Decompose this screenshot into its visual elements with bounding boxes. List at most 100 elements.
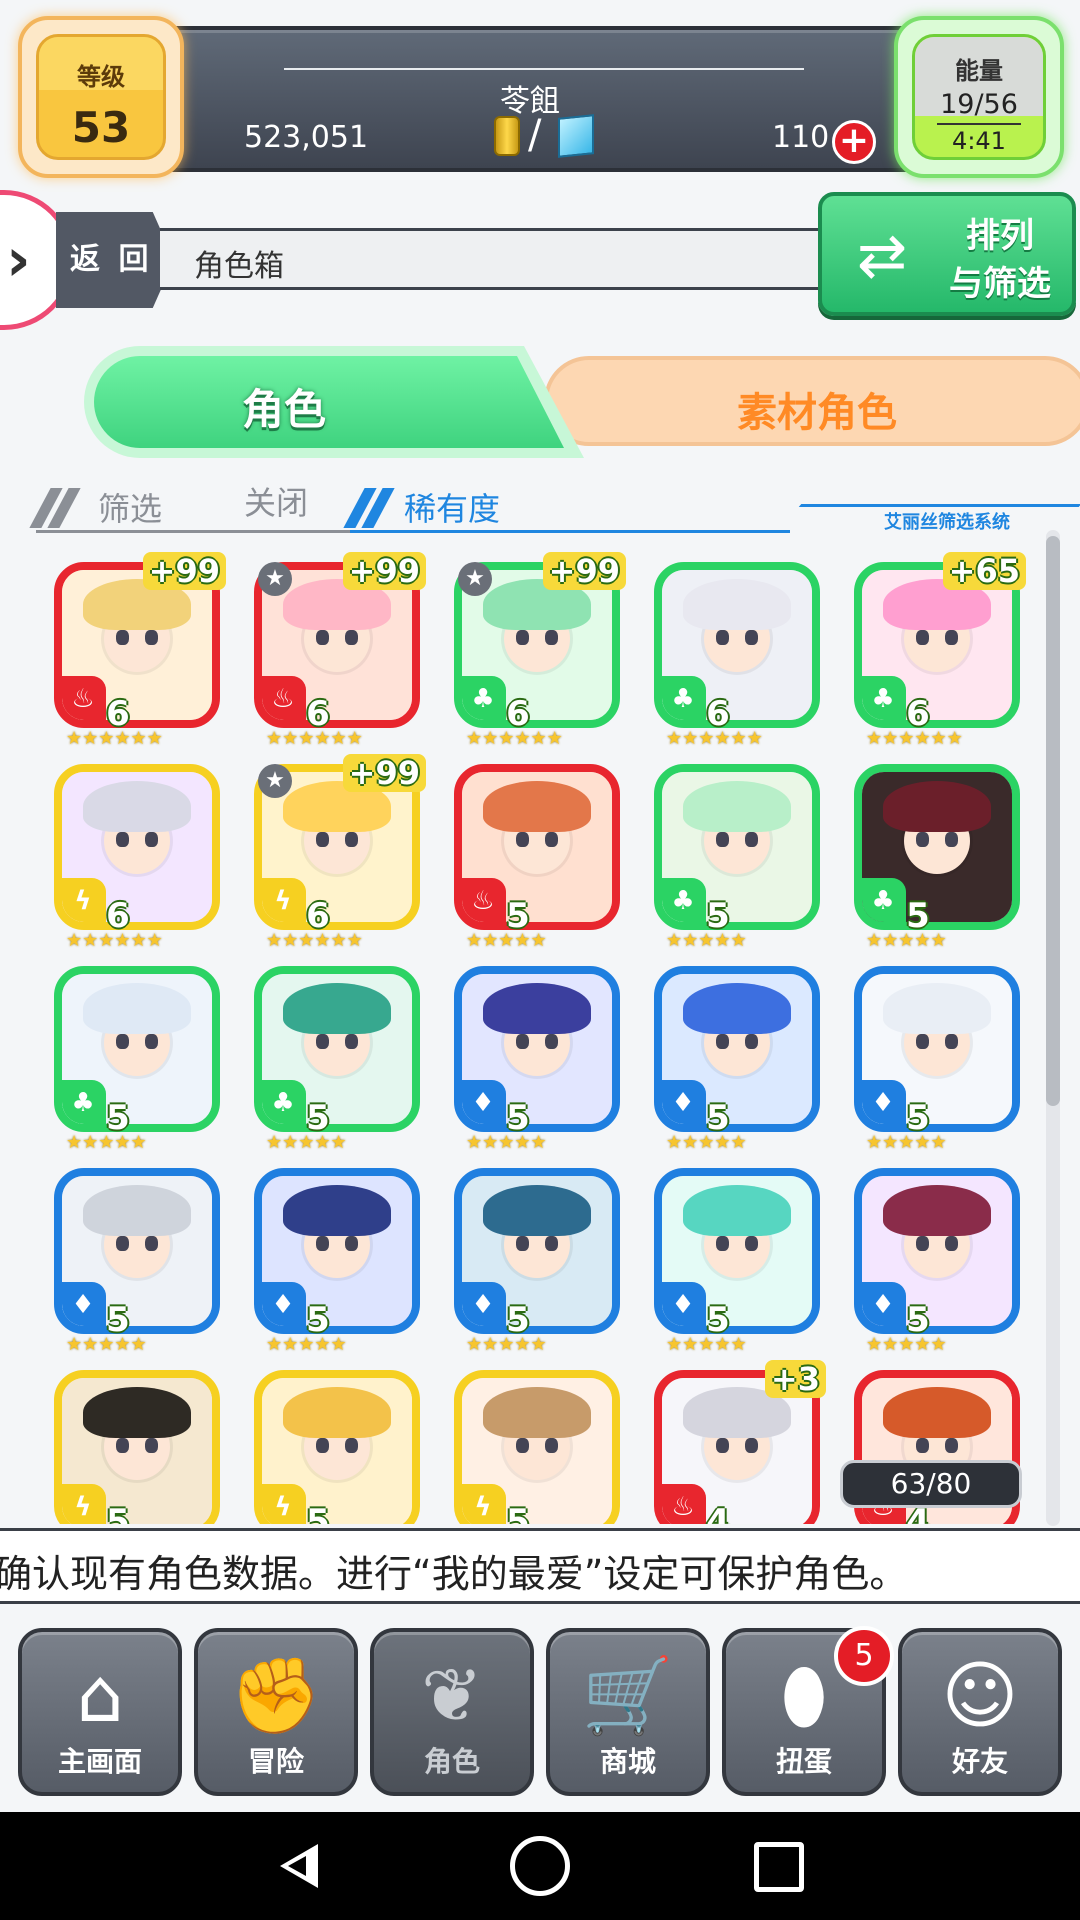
gacha-notification-badge: 5: [834, 1626, 894, 1686]
tab-material-characters[interactable]: 素材角色: [544, 356, 1080, 446]
level-badge: 等级 53: [18, 16, 184, 178]
tab-characters[interactable]: 角色: [84, 346, 584, 458]
box-capacity: 63/80: [840, 1460, 1022, 1508]
character-card[interactable]: ϟ5★★★★★: [240, 1360, 426, 1524]
menu-label: 主画面: [57, 1745, 142, 1778]
character-card[interactable]: ϟ5★★★★★: [440, 1360, 626, 1524]
level-value: 53: [71, 103, 131, 152]
rarity-stars: ★★★★★: [466, 930, 547, 951]
rarity-stars: ★★★★★: [866, 930, 947, 951]
page-title: 角色箱: [194, 249, 284, 284]
character-card[interactable]: ♣ 5 ★★★★★: [40, 956, 226, 1153]
help-ticker: 确认现有角色数据。进行“我的最爱”设定可保护角色。: [0, 1528, 1080, 1604]
back-button[interactable]: 返 回: [56, 212, 174, 308]
rabbit-icon: ❦: [420, 1653, 483, 1739]
character-card[interactable]: ♣ 5 ★★★★★: [840, 754, 1026, 951]
character-grid: ♨ +99 6 ★★★★★★ ♨ ★ +99 6 ★★★★★★ ♣ ★ +99 6 ★★★★★★ ♣ 6 ★★★…: [40, 552, 1030, 1524]
rarity-stars: ★★★★★★: [466, 728, 563, 749]
page-title-bar: 角色箱: [160, 228, 840, 290]
currency-separator: /: [528, 112, 542, 158]
character-card[interactable]: ♦ 5 ★★★★★: [440, 956, 626, 1153]
divider: [36, 530, 350, 533]
rarity-stars: ★★★★★★: [666, 728, 763, 749]
favorite-star-icon: ★: [258, 764, 292, 798]
rarity-stars: ★★★★★: [666, 1334, 747, 1355]
plus-value-label: +99: [342, 754, 426, 792]
character-card[interactable]: ϟ 6 ★★★★★★: [40, 754, 226, 951]
character-card[interactable]: ♨ 5 ★★★★★: [440, 754, 626, 951]
character-card[interactable]: ♦ 5 ★★★★★: [840, 1158, 1026, 1355]
sort-filter-button[interactable]: ⇄ 排列 与筛选: [818, 192, 1076, 316]
character-card[interactable]: ♣ ★ +99 6 ★★★★★★: [440, 552, 626, 749]
back-triangle-icon[interactable]: [270, 1836, 330, 1896]
menu-button-handshake[interactable]: ✊ 冒险: [194, 1628, 358, 1796]
rarity-stars: ★★★★★: [266, 1132, 347, 1153]
rarity-stars: ★★★★★★: [66, 930, 163, 951]
bottom-menu: ⌂ 主画面 ✊ 冒险 ❦ 角色 🛒 商城 ⬮ 扭蛋 ☺ 好友: [0, 1604, 1080, 1814]
recents-square-icon[interactable]: [754, 1842, 804, 1892]
favorite-star-icon: ★: [458, 562, 492, 596]
menu-label: 扭蛋: [775, 1745, 832, 1778]
character-card[interactable]: ♦ 5 ★★★★★: [440, 1158, 626, 1355]
character-card[interactable]: ♣ 5 ★★★★★: [640, 754, 826, 951]
character-portrait: ϟ: [254, 1370, 420, 1524]
menu-label: 商城: [599, 1745, 656, 1778]
energy-badge[interactable]: 能量 19/56 4:41: [894, 16, 1064, 178]
menu-button-rabbit[interactable]: ❦ 角色: [370, 1628, 534, 1796]
character-card[interactable]: ♨ ★ +99 6 ★★★★★★: [240, 552, 426, 749]
character-card[interactable]: ♦ 5 ★★★★★: [640, 956, 826, 1153]
menu-button-cart[interactable]: 🛒 商城: [546, 1628, 710, 1796]
plus-value-label: +65: [942, 552, 1026, 590]
character-card[interactable]: ♨+34★★★★: [640, 1360, 826, 1524]
rarity-number: 5: [306, 1502, 330, 1524]
character-card[interactable]: ♣ +65 6 ★★★★★★: [840, 552, 1026, 749]
rarity-stars: ★★★★★★: [266, 728, 363, 749]
chevron-right-icon: ›: [6, 225, 31, 295]
menu-label: 角色: [423, 1745, 480, 1778]
home-circle-icon[interactable]: [510, 1836, 570, 1896]
character-card[interactable]: ♦ 5 ★★★★★: [40, 1158, 226, 1355]
rarity-filter[interactable]: 稀有度: [404, 484, 500, 530]
player-plate: 苓飷 523,051 / 110 +: [140, 26, 920, 172]
filter-system-name: 艾丽丝筛选系统: [884, 512, 1010, 533]
character-card[interactable]: ♦ 5 ★★★★★: [640, 1158, 826, 1355]
character-card[interactable]: ϟ ★ +99 6 ★★★★★★: [240, 754, 426, 951]
gold-amount: 523,051: [244, 120, 369, 155]
scrollbar-thumb[interactable]: [1046, 536, 1060, 1106]
level-label: 等级: [77, 63, 125, 91]
plus-value-label: +3: [764, 1360, 826, 1398]
character-card[interactable]: ϟ5★★★★★: [40, 1360, 226, 1524]
plus-value-label: +99: [142, 552, 226, 590]
rarity-number: 5: [506, 1502, 530, 1524]
character-card[interactable]: ♨ +99 6 ★★★★★★: [40, 552, 226, 749]
filter-toggle[interactable]: 筛选: [98, 484, 162, 530]
divider: [798, 504, 1080, 507]
character-card[interactable]: ♦ 5 ★★★★★: [240, 1158, 426, 1355]
system-nav-bar: [0, 1812, 1080, 1920]
gem-icon: [558, 114, 594, 158]
rarity-stars: ★★★★★: [66, 1132, 147, 1153]
rarity-stars: ★★★★★★: [66, 728, 163, 749]
rarity-stars: ★★★★★: [866, 1132, 947, 1153]
character-card[interactable]: ♦ 5 ★★★★★: [840, 956, 1026, 1153]
plus-value-label: +99: [542, 552, 626, 590]
character-card[interactable]: ♣ 5 ★★★★★: [240, 956, 426, 1153]
tab-label: 素材角色: [737, 390, 897, 436]
name-divider: [284, 68, 804, 70]
cart-icon: 🛒: [581, 1653, 675, 1739]
rarity-stars: ★★★★★: [66, 1334, 147, 1355]
character-card[interactable]: ♣ 6 ★★★★★★: [640, 552, 826, 749]
character-portrait: ϟ: [454, 1370, 620, 1524]
rarity-stars: ★★★★★: [666, 930, 747, 951]
rarity-stars: ★★★★★: [466, 1132, 547, 1153]
filter-close-button[interactable]: 关闭: [244, 478, 308, 524]
rabbit-sort-icon: ⇄: [856, 221, 908, 291]
character-portrait: ϟ: [54, 1370, 220, 1524]
friends-icon: ☺: [941, 1653, 1019, 1739]
buy-gems-button[interactable]: +: [832, 120, 876, 164]
menu-button-friends[interactable]: ☺ 好友: [898, 1628, 1062, 1796]
menu-button-home[interactable]: ⌂ 主画面: [18, 1628, 182, 1796]
grid-scrollbar[interactable]: [1046, 530, 1060, 1526]
menu-label: 冒险: [247, 1745, 304, 1778]
favorite-star-icon: ★: [258, 562, 292, 596]
